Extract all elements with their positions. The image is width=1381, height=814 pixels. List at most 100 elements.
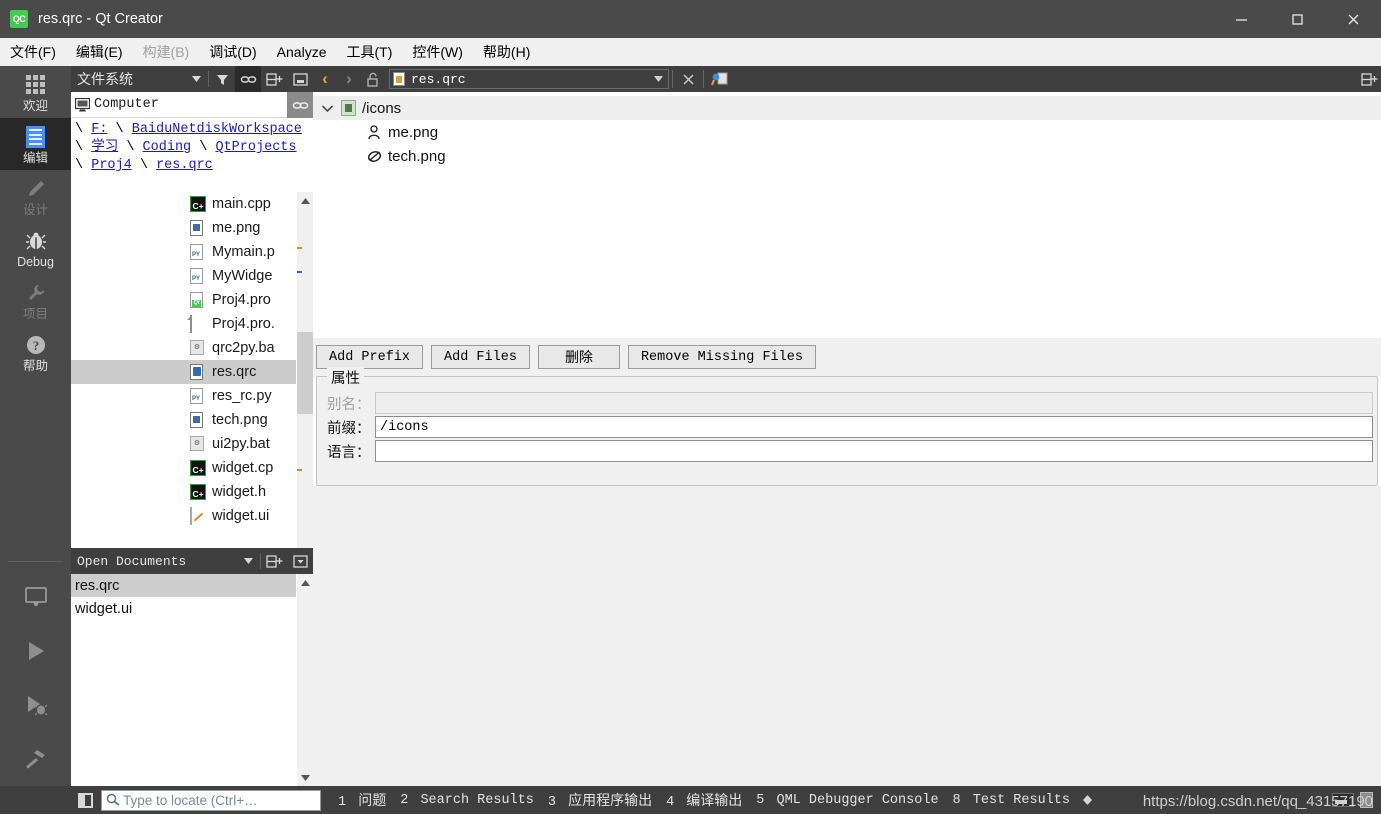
- maximize-button[interactable]: [1269, 0, 1325, 38]
- mode-item-welcome[interactable]: 欢迎: [0, 66, 71, 118]
- resource-prefix-row[interactable]: /icons: [313, 96, 1381, 120]
- pane-spinner-buttons[interactable]: [1082, 795, 1092, 805]
- menu-widgets[interactable]: 控件(W): [402, 38, 473, 66]
- file-list-item[interactable]: C+ widget.cp: [71, 456, 296, 480]
- toolbar-divider: [703, 70, 704, 88]
- bat-file-icon: ⚙: [190, 339, 206, 357]
- filesystem-root-selector[interactable]: Computer: [71, 92, 313, 118]
- file-list-item-selected[interactable]: res.qrc: [71, 360, 296, 384]
- spinner-down-icon[interactable]: [1082, 800, 1092, 805]
- menu-help[interactable]: 帮助(H): [473, 38, 540, 66]
- prefix-label: 前缀：: [327, 420, 371, 437]
- breadcrumb-segment-1[interactable]: BaiduNetdiskWorkspace: [132, 122, 302, 137]
- alias-label: 别名：: [327, 396, 371, 413]
- plain-file-icon: [190, 314, 206, 333]
- menu-file[interactable]: 文件(F): [0, 38, 66, 66]
- file-list-item[interactable]: C+ widget.h: [71, 480, 296, 504]
- breadcrumb-segment-drive[interactable]: F:: [91, 122, 107, 137]
- panel-selector-chevron-down-icon[interactable]: [185, 76, 208, 82]
- menu-edit[interactable]: 编辑(E): [66, 38, 133, 66]
- breadcrumb-segment-4[interactable]: QtProjects: [215, 140, 296, 155]
- output-pane-qml-debugger-console[interactable]: 5 QML Debugger Console: [749, 791, 945, 810]
- file-list-item[interactable]: ⚙ ui2py.bat: [71, 432, 296, 456]
- unlock-icon[interactable]: [361, 66, 385, 92]
- minimize-button[interactable]: [1213, 0, 1269, 38]
- navigate-forward-button[interactable]: ›: [337, 66, 361, 92]
- open-document-item-selected[interactable]: res.qrc: [71, 574, 313, 597]
- navigate-back-button[interactable]: ‹: [313, 66, 337, 92]
- add-files-button[interactable]: Add Files: [431, 345, 530, 369]
- split-add-icon[interactable]: [1357, 66, 1381, 92]
- mode-item-debug[interactable]: Debug: [0, 222, 71, 274]
- remove-button[interactable]: 删除: [537, 345, 620, 369]
- prefix-input[interactable]: [375, 416, 1373, 438]
- breadcrumb-segment-6[interactable]: res.qrc: [156, 158, 213, 173]
- file-list-item[interactable]: me.png: [71, 216, 296, 240]
- collapse-icon[interactable]: [287, 548, 313, 574]
- resource-file-row[interactable]: me.png: [313, 120, 1381, 144]
- language-input[interactable]: [375, 440, 1373, 462]
- open-documents-scrollbar[interactable]: [296, 574, 313, 786]
- file-list-item[interactable]: tech.png: [71, 408, 296, 432]
- close-editor-button[interactable]: [676, 66, 700, 92]
- file-list-item[interactable]: PY Mymain.p: [71, 240, 296, 264]
- file-list-vertical-scrollbar[interactable]: [296, 192, 313, 592]
- progress-details-button[interactable]: [1360, 792, 1373, 808]
- scroll-up-icon[interactable]: [297, 192, 313, 209]
- mode-item-edit[interactable]: 编辑: [0, 118, 71, 170]
- build-button[interactable]: [0, 732, 71, 786]
- breadcrumb-segment-2[interactable]: 学习: [91, 140, 118, 155]
- menu-debug[interactable]: 调试(D): [199, 38, 266, 66]
- breadcrumb-segment-3[interactable]: Coding: [143, 140, 192, 155]
- file-list-item[interactable]: Qt Proj4.pro: [71, 288, 296, 312]
- resource-file-row[interactable]: tech.png: [313, 144, 1381, 168]
- scroll-down-icon[interactable]: [297, 769, 314, 786]
- split-add-icon[interactable]: [261, 66, 287, 92]
- editor-file-selector[interactable]: res.qrc: [389, 69, 669, 89]
- add-prefix-button[interactable]: Add Prefix: [316, 345, 424, 369]
- mode-item-help[interactable]: ? 帮助: [0, 326, 71, 378]
- open-in-external-editor-icon[interactable]: [707, 66, 731, 92]
- file-list-item[interactable]: PY MyWidge: [71, 264, 296, 288]
- ui-file-icon: [190, 506, 206, 525]
- file-name: widget.h: [212, 484, 267, 500]
- open-document-item[interactable]: widget.ui: [71, 597, 313, 620]
- file-list-item[interactable]: ⚙ qrc2py.ba: [71, 336, 296, 360]
- filter-icon[interactable]: [209, 66, 235, 92]
- output-pane-issues[interactable]: 1 问题: [331, 788, 393, 812]
- breadcrumb-segment-5[interactable]: Proj4: [91, 158, 132, 173]
- sidebar-toggle-icon[interactable]: [71, 786, 99, 814]
- collapse-icon[interactable]: [287, 66, 313, 92]
- title-bar: QC res.qrc - Qt Creator: [0, 0, 1381, 38]
- output-pane-application-output[interactable]: 3 应用程序输出: [541, 788, 659, 812]
- file-list-item[interactable]: C+ main.cpp: [71, 192, 296, 216]
- debug-run-icon: [23, 693, 49, 717]
- file-name: Proj4.pro: [212, 292, 271, 308]
- scroll-thumb[interactable]: [297, 332, 313, 414]
- language-label: 语言：: [327, 444, 371, 461]
- scroll-track[interactable]: [297, 209, 313, 575]
- link-icon[interactable]: [235, 66, 261, 92]
- close-button[interactable]: [1325, 0, 1381, 38]
- run-button[interactable]: [0, 624, 71, 678]
- mode-label-design: 设计: [22, 202, 48, 217]
- chevron-down-icon[interactable]: [654, 76, 663, 82]
- output-pane-test-results[interactable]: 8 Test Results: [946, 791, 1077, 810]
- file-list-item[interactable]: widget.ui: [71, 504, 296, 528]
- sync-link-icon[interactable]: [287, 92, 313, 118]
- output-pane-compile-output[interactable]: 4 编译输出: [659, 788, 749, 812]
- chevron-down-icon[interactable]: [313, 104, 341, 112]
- locator-input-wrapper[interactable]: Type to locate (Ctrl+…: [101, 789, 321, 811]
- file-list-item[interactable]: PY res_rc.py: [71, 384, 296, 408]
- output-pane-search-results[interactable]: 2 Search Results: [393, 791, 541, 810]
- remove-missing-files-button[interactable]: Remove Missing Files: [627, 345, 816, 369]
- file-list-item[interactable]: Proj4.pro.: [71, 312, 296, 336]
- menu-tools[interactable]: 工具(T): [336, 38, 402, 66]
- menu-analyze[interactable]: Analyze: [267, 40, 337, 64]
- scroll-up-icon[interactable]: [297, 574, 313, 591]
- split-add-icon[interactable]: [261, 548, 287, 574]
- open-documents-chevron-down-icon[interactable]: [237, 558, 260, 564]
- kit-selector-button[interactable]: [0, 570, 71, 624]
- debug-run-button[interactable]: [0, 678, 71, 732]
- open-documents-panel: Open Documents res.qrc widget.ui: [71, 548, 313, 786]
